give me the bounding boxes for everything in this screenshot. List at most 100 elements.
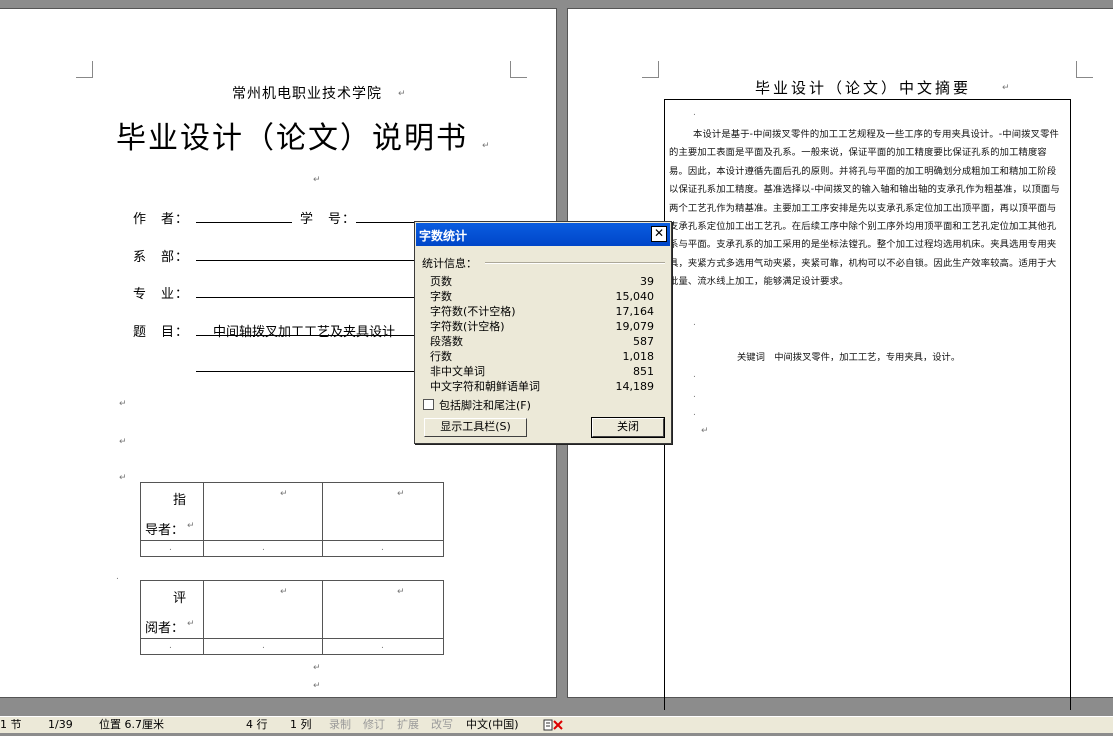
cell-mark: ↵ [187, 521, 195, 531]
status-column[interactable]: 1 列 [290, 717, 312, 733]
stat-label: 页数 [430, 275, 452, 288]
stat-value: 14,189 [615, 380, 655, 393]
dialog-titlebar[interactable]: 字数统计 ✕ [416, 223, 670, 246]
advisor-label-2: 导者： [145, 523, 185, 538]
cell-mark: ↵ [187, 619, 195, 629]
advisor-label-1: 指 [173, 493, 187, 508]
statistics-label: 统计信息： [422, 257, 477, 270]
student-id-label: 学 号： [300, 212, 357, 227]
margin-corner-mark [1076, 61, 1093, 78]
stat-label: 段落数 [430, 335, 463, 348]
table-cell[interactable]: . [203, 540, 323, 557]
stat-label: 字符数(计空格) [430, 320, 505, 333]
paragraph-mark: . [693, 370, 696, 380]
advisor-label-cell[interactable]: 指 导者： ↵ [140, 482, 204, 541]
paragraph-mark: ↵ [119, 437, 127, 447]
show-toolbar-button[interactable]: 显示工具栏(S) [424, 418, 527, 437]
author-field[interactable] [196, 222, 292, 223]
table-cell[interactable]: . [140, 638, 204, 655]
stat-value: 15,040 [615, 290, 655, 303]
table-cell[interactable]: . [322, 638, 444, 655]
stat-row-lines: 行数 1,018 [430, 349, 654, 364]
document-title: 毕业设计（论文）说明书 [116, 121, 468, 156]
status-track-changes[interactable]: 修订 [363, 717, 385, 733]
stat-row-chinese-korean: 中文字符和朝鲜语单词 14,189 [430, 379, 654, 394]
status-record[interactable]: 录制 [329, 717, 351, 733]
abstract-body[interactable]: 本设计是基于-中间拨叉零件的加工工艺规程及一些工序的专用夹具设计。-中间拨叉零件… [669, 126, 1065, 292]
table-cell[interactable]: . [322, 540, 444, 557]
cell-mark: ↵ [280, 489, 288, 499]
reviewer-label-1: 评 [173, 591, 187, 606]
margin-corner-mark [642, 61, 659, 78]
cell-mark: . [169, 543, 172, 553]
stat-label: 行数 [430, 350, 452, 363]
table-cell[interactable]: . [203, 638, 323, 655]
paragraph-mark: ↵ [1002, 83, 1010, 93]
stat-label: 中文字符和朝鲜语单词 [430, 380, 540, 393]
word-count-dialog[interactable]: 字数统计 ✕ 统计信息： 页数 39 字数 15,040 字符数(不计空格) 17,1… [414, 221, 672, 444]
abstract-title: 毕业设计（论文）中文摘要 [755, 79, 972, 97]
topic-label: 题 目： [133, 325, 190, 340]
stat-row-words: 字数 15,040 [430, 289, 654, 304]
close-button[interactable]: 关闭 [591, 417, 665, 438]
cell-mark: ↵ [280, 587, 288, 597]
keywords-line[interactable]: 关键词 中间拨叉零件，加工工艺，专用夹具，设计。 [737, 349, 960, 363]
advisor-table[interactable]: 指 导者： ↵ ↵ ↵ . . . [140, 482, 444, 557]
status-overtype[interactable]: 改写 [431, 717, 453, 733]
table-cell[interactable]: . [140, 540, 204, 557]
stat-value: 1,018 [622, 350, 655, 363]
divider [485, 262, 665, 264]
dialog-title: 字数统计 [419, 229, 468, 243]
reviewer-cell[interactable]: ↵ [203, 580, 323, 639]
cell-mark: ↵ [397, 587, 405, 597]
paragraph-mark: ↵ [119, 399, 127, 409]
reviewer-table[interactable]: 评 阅者： ↵ ↵ ↵ . . . [140, 580, 444, 655]
paragraph-mark: ↵ [701, 426, 709, 436]
advisor-cell[interactable]: ↵ [203, 482, 323, 541]
status-bar: 1 节 1/39 位置 6.7厘米 4 行 1 列 录制 修订 扩展 改写 中文… [0, 716, 1113, 733]
stat-value: 587 [633, 335, 654, 348]
spelling-check-icon[interactable] [543, 719, 565, 736]
paragraph-mark: . [693, 108, 696, 118]
department-field[interactable] [196, 260, 416, 261]
major-field[interactable] [196, 297, 416, 298]
cell-mark: . [169, 641, 172, 651]
stat-value: 39 [640, 275, 654, 288]
status-line[interactable]: 4 行 [246, 717, 268, 733]
include-footnotes-label[interactable]: 包括脚注和尾注(F) [439, 397, 531, 413]
include-footnotes-checkbox[interactable] [423, 399, 434, 410]
school-name: 常州机电职业技术学院 [232, 86, 382, 102]
stat-row-paragraphs: 段落数 587 [430, 334, 654, 349]
cell-mark: ↵ [397, 489, 405, 499]
abstract-frame[interactable]: . 本设计是基于-中间拨叉零件的加工工艺规程及一些工序的专用夹具设计。-中间拨叉… [664, 99, 1071, 710]
paragraph-mark: ↵ [482, 141, 490, 151]
status-page[interactable]: 1/39 [48, 717, 73, 733]
paragraph-mark: . [693, 390, 696, 400]
reviewer-label-cell[interactable]: 评 阅者： ↵ [140, 580, 204, 639]
status-position[interactable]: 位置 6.7厘米 [99, 717, 164, 733]
author-label: 作 者： [133, 212, 190, 227]
paragraph-mark: . [693, 318, 696, 328]
paragraph-mark: ↵ [398, 89, 406, 99]
stat-row-non-chinese-words: 非中文单词 851 [430, 364, 654, 379]
status-extend[interactable]: 扩展 [397, 717, 419, 733]
paragraph-mark: ↵ [313, 175, 321, 185]
reviewer-cell[interactable]: ↵ [322, 580, 444, 639]
paragraph-mark: . [693, 408, 696, 418]
stat-value: 851 [633, 365, 654, 378]
paragraph-mark: ↵ [313, 663, 321, 673]
advisor-cell[interactable]: ↵ [322, 482, 444, 541]
topic-value[interactable]: 中间轴拨叉加工工艺及夹具设计 [213, 321, 416, 340]
stat-label: 字数 [430, 290, 452, 303]
reviewer-label-2: 阅者： [145, 621, 185, 636]
margin-corner-mark [510, 61, 527, 78]
status-section[interactable]: 1 节 [0, 717, 22, 733]
topic-field-line-2[interactable] [196, 371, 416, 372]
paragraph-mark: ↵ [119, 473, 127, 483]
stat-row-chars-no-spaces: 字符数(不计空格) 17,164 [430, 304, 654, 319]
cell-mark: . [381, 641, 384, 651]
cell-mark: . [262, 543, 265, 553]
status-language[interactable]: 中文(中国) [466, 717, 519, 733]
cell-mark: . [262, 641, 265, 651]
close-icon[interactable]: ✕ [651, 226, 667, 242]
